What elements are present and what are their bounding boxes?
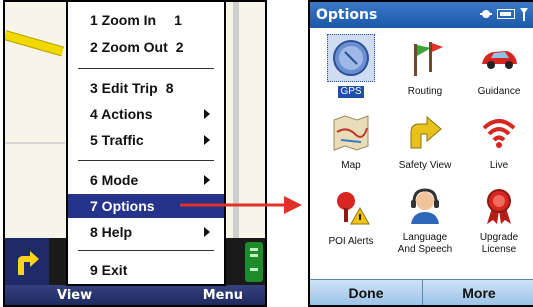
menu-item-zoom-in[interactable]: 1 Zoom In 1 <box>68 8 224 32</box>
signal-icon <box>520 8 528 21</box>
menu-divider <box>78 68 214 69</box>
menu-item-label: 9 Exit <box>90 262 128 278</box>
menu-item-options[interactable]: 7 Options <box>68 194 224 218</box>
menu-item-label: 7 Options <box>90 198 155 214</box>
option-live[interactable]: Live <box>460 106 533 180</box>
map-road <box>5 30 65 57</box>
submenu-arrow-icon <box>204 227 210 237</box>
submenu-arrow-icon <box>204 135 210 145</box>
option-label: Live <box>489 160 509 171</box>
menu-item-mode[interactable]: 6 Mode <box>68 168 224 192</box>
menu-item-actions[interactable]: 4 Actions <box>68 102 224 126</box>
right-softkey-bar: Done More <box>310 279 533 305</box>
options-screen: Options GPS Routing Guidance Map Safety … <box>308 0 533 307</box>
upgrade-license-ribbon-icon <box>487 189 511 224</box>
map-road <box>233 2 239 242</box>
option-poi-alerts[interactable]: POI Alerts <box>312 182 390 256</box>
menu-item-traffic[interactable]: 5 Traffic <box>68 128 224 152</box>
menu-item-help[interactable]: 8 Help <box>68 220 224 244</box>
option-safety-view[interactable]: Safety View <box>386 106 464 180</box>
menu-divider <box>78 160 214 161</box>
page-title: Options <box>316 7 378 23</box>
option-language-speech[interactable]: Language And Speech <box>386 182 464 256</box>
menu-item-label: 8 Help <box>90 224 133 240</box>
option-guidance[interactable]: Guidance <box>460 32 533 106</box>
menu-item-shortcut: 8 <box>165 80 174 96</box>
context-menu: 1 Zoom In 1 2 Zoom Out 2 3 Edit Trip 8 4… <box>66 2 226 286</box>
live-signal-icon <box>482 119 516 148</box>
guidance-car-icon <box>482 51 517 69</box>
gps-compass-icon <box>333 40 369 76</box>
option-label: Routing <box>407 86 443 97</box>
submenu-arrow-icon <box>204 109 210 119</box>
menu-softkey[interactable]: Menu <box>203 288 243 303</box>
menu-item-exit[interactable]: 9 Exit <box>68 258 224 282</box>
navigation-screen: View Menu 1 Zoom In 1 2 Zoom Out 2 3 Edi… <box>3 0 267 307</box>
menu-item-zoom-out[interactable]: 2 Zoom Out 2 <box>68 35 224 59</box>
menu-item-label: 3 Edit Trip <box>90 80 158 96</box>
connectivity-icon <box>480 10 492 18</box>
option-label: Upgrade License <box>479 232 519 255</box>
gps-status-indicator <box>245 242 263 282</box>
option-label: GPS <box>338 86 364 98</box>
status-icons <box>479 7 529 21</box>
option-label: POI Alerts <box>328 236 374 247</box>
menu-item-label: 5 Traffic <box>90 132 144 148</box>
option-label: Map <box>341 160 361 171</box>
menu-item-label: 4 Actions <box>90 106 153 122</box>
map-icon <box>333 115 369 151</box>
option-label: Language And Speech <box>397 232 453 255</box>
menu-item-label: 6 Mode <box>90 172 139 188</box>
options-title-bar: Options <box>310 2 533 28</box>
option-label: Guidance <box>477 86 521 97</box>
language-speech-headset-icon <box>411 188 439 224</box>
more-softkey[interactable]: More <box>422 280 533 305</box>
battery-icon <box>497 9 515 19</box>
option-label: Safety View <box>398 160 452 171</box>
view-softkey[interactable]: View <box>57 288 92 303</box>
turn-right-arrow-icon <box>18 251 39 275</box>
option-upgrade-license[interactable]: Upgrade License <box>460 182 533 256</box>
menu-divider <box>78 250 214 251</box>
map-road <box>5 142 65 144</box>
option-map[interactable]: Map <box>312 106 390 180</box>
routing-flags-icon <box>414 42 443 76</box>
safety-view-arrow-icon <box>410 115 442 149</box>
option-routing[interactable]: Routing <box>386 32 464 106</box>
menu-item-edit-trip[interactable]: 3 Edit Trip 8 <box>68 76 224 100</box>
submenu-arrow-icon <box>204 175 210 185</box>
menu-item-label: 1 Zoom In <box>90 12 157 28</box>
turn-indicator <box>5 238 49 286</box>
poi-alerts-icon <box>337 192 370 225</box>
menu-item-shortcut: 1 <box>174 12 182 28</box>
menu-item-label: 2 Zoom Out <box>90 39 168 55</box>
done-softkey[interactable]: Done <box>310 280 422 305</box>
left-softkey-bar: View Menu <box>5 285 265 305</box>
menu-item-shortcut: 2 <box>175 39 184 55</box>
option-gps[interactable]: GPS <box>312 32 390 106</box>
